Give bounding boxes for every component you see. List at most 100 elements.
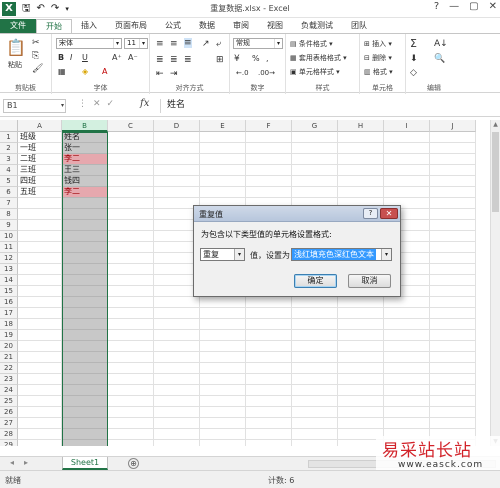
autosum-button[interactable]: Σ [410, 37, 417, 50]
cell-J16[interactable] [430, 297, 476, 308]
align-middle-icon[interactable]: ≡ [170, 39, 178, 49]
delete-cells-button[interactable]: ⊟ 删除 ▾ [364, 53, 392, 63]
cell-B11[interactable] [62, 242, 108, 253]
cell-G17[interactable] [292, 308, 338, 319]
cell-G22[interactable] [292, 363, 338, 374]
cell-C23[interactable] [108, 374, 154, 385]
cell-I24[interactable] [384, 385, 430, 396]
cell-H16[interactable] [338, 297, 384, 308]
cell-H21[interactable] [338, 352, 384, 363]
cell-A14[interactable] [18, 275, 62, 286]
row-header-2[interactable]: 2 [0, 143, 18, 154]
cell-F17[interactable] [246, 308, 292, 319]
cell-J7[interactable] [430, 198, 476, 209]
cell-B9[interactable] [62, 220, 108, 231]
clear-icon[interactable]: ◇ [410, 68, 417, 78]
copy-icon[interactable]: ⎘ [32, 51, 39, 61]
cell-C7[interactable] [108, 198, 154, 209]
cell-J10[interactable] [430, 231, 476, 242]
cell-C21[interactable] [108, 352, 154, 363]
comma-button[interactable]: , [266, 54, 269, 63]
cell-F29[interactable] [246, 440, 292, 446]
cell-F1[interactable] [246, 132, 292, 143]
enter-icon[interactable]: ✓ [107, 99, 121, 109]
row-header-24[interactable]: 24 [0, 385, 18, 396]
cell-G4[interactable] [292, 165, 338, 176]
row-header-25[interactable]: 25 [0, 396, 18, 407]
column-header-G[interactable]: G [292, 120, 338, 132]
cell-J19[interactable] [430, 330, 476, 341]
cell-D4[interactable] [154, 165, 200, 176]
cell-C14[interactable] [108, 275, 154, 286]
cell-D21[interactable] [154, 352, 200, 363]
chevron-down-icon[interactable]: ▾ [61, 100, 64, 112]
row-header-19[interactable]: 19 [0, 330, 18, 341]
cell-J20[interactable] [430, 341, 476, 352]
cell-F23[interactable] [246, 374, 292, 385]
column-header-J[interactable]: J [430, 120, 476, 132]
cell-D29[interactable] [154, 440, 200, 446]
cell-C18[interactable] [108, 319, 154, 330]
cell-H24[interactable] [338, 385, 384, 396]
cell-G19[interactable] [292, 330, 338, 341]
cell-C17[interactable] [108, 308, 154, 319]
cell-D19[interactable] [154, 330, 200, 341]
wrap-text-icon[interactable]: ⤶ [216, 39, 221, 49]
align-left-icon[interactable]: ≣ [156, 55, 164, 65]
cell-H3[interactable] [338, 154, 384, 165]
cell-A24[interactable] [18, 385, 62, 396]
cell-J9[interactable] [430, 220, 476, 231]
cell-D2[interactable] [154, 143, 200, 154]
cell-F20[interactable] [246, 341, 292, 352]
column-header-E[interactable]: E [200, 120, 246, 132]
chevron-down-icon[interactable]: ▾ [113, 39, 121, 48]
cell-J11[interactable] [430, 242, 476, 253]
decrease-decimal-icon[interactable]: .00→ [258, 69, 275, 77]
cell-D5[interactable] [154, 176, 200, 187]
orientation-icon[interactable]: ↗ [202, 39, 210, 49]
cell-A28[interactable] [18, 429, 62, 440]
row-header-6[interactable]: 6 [0, 187, 18, 198]
cut-icon[interactable]: ✂ [32, 38, 40, 48]
cell-B27[interactable] [62, 418, 108, 429]
cell-G18[interactable] [292, 319, 338, 330]
cell-G2[interactable] [292, 143, 338, 154]
cell-D23[interactable] [154, 374, 200, 385]
cell-D28[interactable] [154, 429, 200, 440]
cell-E18[interactable] [200, 319, 246, 330]
conditional-formatting-button[interactable]: ▤ 条件格式 ▾ [290, 39, 333, 49]
currency-icon[interactable]: ¥ [234, 54, 240, 64]
cell-G29[interactable] [292, 440, 338, 446]
scroll-thumb[interactable] [492, 132, 499, 212]
format-cells-button[interactable]: ▥ 格式 ▾ [364, 67, 393, 77]
cell-C29[interactable] [108, 440, 154, 446]
cell-I6[interactable] [384, 187, 430, 198]
cell-D22[interactable] [154, 363, 200, 374]
cell-A6[interactable]: 五班 [18, 187, 62, 198]
cell-J8[interactable] [430, 209, 476, 220]
cell-I19[interactable] [384, 330, 430, 341]
cell-H6[interactable] [338, 187, 384, 198]
chevron-down-icon[interactable]: ▾ [274, 39, 282, 48]
cell-A16[interactable] [18, 297, 62, 308]
column-header-H[interactable]: H [338, 120, 384, 132]
cell-E20[interactable] [200, 341, 246, 352]
number-format-combo[interactable]: 常规 ▾ [233, 38, 283, 49]
cell-A21[interactable] [18, 352, 62, 363]
cell-G27[interactable] [292, 418, 338, 429]
dialog-help-button[interactable]: ? [363, 208, 378, 219]
cell-F4[interactable] [246, 165, 292, 176]
format-select[interactable]: 浅红填充色深红色文本 ▾ [291, 248, 392, 261]
font-name-combo[interactable]: 宋体 ▾ [56, 38, 122, 49]
cell-E28[interactable] [200, 429, 246, 440]
more-options-icon[interactable]: ⋮ [78, 99, 93, 109]
cell-E16[interactable] [200, 297, 246, 308]
select-all-button[interactable] [0, 120, 18, 132]
increase-indent-icon[interactable]: ⇥ [170, 69, 178, 79]
tab-2[interactable]: 插入 [72, 19, 106, 33]
cell-B7[interactable] [62, 198, 108, 209]
cell-G20[interactable] [292, 341, 338, 352]
cell-J21[interactable] [430, 352, 476, 363]
italic-icon[interactable]: I [70, 53, 72, 62]
cell-F3[interactable] [246, 154, 292, 165]
